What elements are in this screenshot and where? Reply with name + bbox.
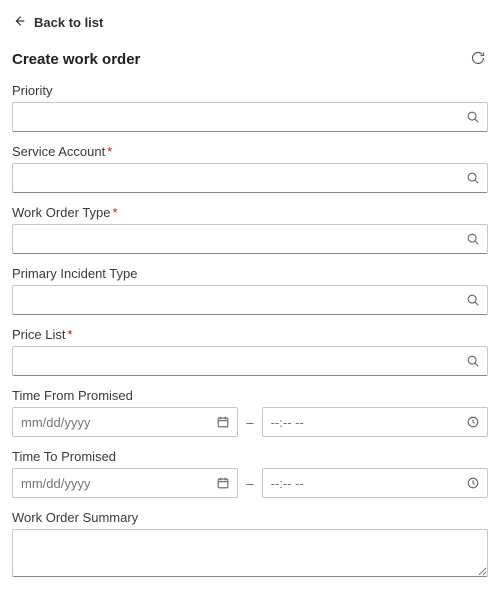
field-price-list: Price List* <box>12 327 488 376</box>
field-service-account: Service Account* <box>12 144 488 193</box>
price-list-label: Price List* <box>12 327 488 342</box>
field-work-order-summary: Work Order Summary <box>12 510 488 580</box>
time-from-promised-label: Time From Promised <box>12 388 488 403</box>
field-time-from-promised: Time From Promised – <box>12 388 488 437</box>
service-account-input[interactable] <box>12 163 488 193</box>
clock-icon <box>466 415 480 429</box>
range-separator: – <box>246 415 253 430</box>
back-to-list-label: Back to list <box>34 15 103 30</box>
field-work-order-type: Work Order Type* <box>12 205 488 254</box>
work-order-type-input[interactable] <box>12 224 488 254</box>
time-to-promised-time-input[interactable] <box>262 468 488 498</box>
field-time-to-promised: Time To Promised – <box>12 449 488 498</box>
refresh-button[interactable] <box>468 49 488 69</box>
calendar-icon <box>216 415 230 429</box>
arrow-left-icon <box>12 14 26 31</box>
primary-incident-type-label: Primary Incident Type <box>12 266 488 281</box>
title-row: Create work order <box>12 49 488 69</box>
required-mark: * <box>67 327 72 342</box>
required-mark: * <box>113 205 118 220</box>
time-to-promised-date-input[interactable] <box>12 468 238 498</box>
service-account-label: Service Account* <box>12 144 488 159</box>
time-from-promised-time-input[interactable] <box>262 407 488 437</box>
range-separator: – <box>246 476 253 491</box>
work-order-type-label: Work Order Type* <box>12 205 488 220</box>
back-to-list-link[interactable]: Back to list <box>12 12 488 49</box>
primary-incident-type-input[interactable] <box>12 285 488 315</box>
required-mark: * <box>107 144 112 159</box>
price-list-input[interactable] <box>12 346 488 376</box>
field-primary-incident-type: Primary Incident Type <box>12 266 488 315</box>
work-order-summary-label: Work Order Summary <box>12 510 488 525</box>
page-title: Create work order <box>12 51 140 68</box>
field-priority: Priority <box>12 83 488 132</box>
work-order-summary-textarea[interactable] <box>12 529 488 577</box>
priority-label: Priority <box>12 83 488 98</box>
time-from-promised-date-input[interactable] <box>12 407 238 437</box>
refresh-icon <box>470 50 486 69</box>
calendar-icon <box>216 476 230 490</box>
clock-icon <box>466 476 480 490</box>
time-to-promised-label: Time To Promised <box>12 449 488 464</box>
priority-input[interactable] <box>12 102 488 132</box>
